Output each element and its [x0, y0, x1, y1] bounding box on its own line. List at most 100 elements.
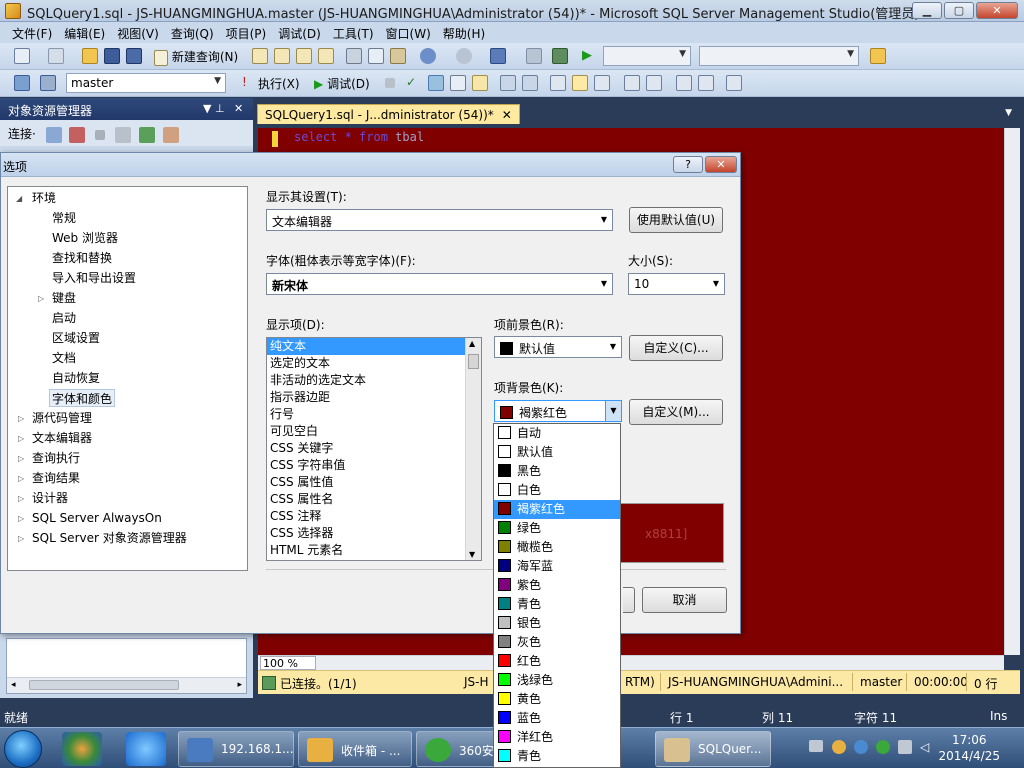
action-center-icon[interactable] — [898, 740, 912, 754]
expand-arrow-icon[interactable]: ▷ — [18, 454, 24, 463]
color-option[interactable]: 灰色 — [494, 633, 620, 652]
query-designer-icon[interactable] — [450, 75, 466, 92]
tab-sqlquery1[interactable]: SQLQuery1.sql - J...dministrator (54))* ✕ — [257, 104, 520, 124]
bg-color-select[interactable]: 褐紫红色 ▼ — [494, 400, 622, 422]
list-item[interactable]: 纯文本 — [267, 338, 481, 355]
menu-view[interactable]: 视图(V) — [111, 22, 165, 43]
expand-arrow-icon[interactable]: ▷ — [18, 494, 24, 503]
color-option[interactable]: 海军蓝 — [494, 557, 620, 576]
dialog-close-button[interactable]: ✕ — [705, 156, 737, 173]
connect-server-icon[interactable] — [45, 126, 62, 143]
tab-close-icon[interactable]: ✕ — [502, 108, 512, 122]
menu-window[interactable]: 窗口(W) — [380, 22, 437, 43]
results-to-grid-icon[interactable] — [500, 75, 516, 92]
tree-node-regional[interactable]: 区域设置 — [52, 329, 100, 347]
uncomment-icon[interactable] — [646, 75, 662, 92]
start-icon[interactable]: ▶ — [582, 48, 592, 65]
tree-node-autorecover[interactable]: 自动恢复 — [52, 369, 100, 387]
tree-node-designers[interactable]: 设计器 — [32, 489, 68, 507]
tree-node-startup[interactable]: 启动 — [52, 309, 76, 327]
tree-node-keyboard[interactable]: 键盘 — [52, 289, 76, 307]
new-project-icon[interactable] — [14, 48, 30, 65]
menu-debug[interactable]: 调试(D) — [272, 22, 327, 43]
color-option[interactable]: 绿色 — [494, 519, 620, 538]
cut-icon[interactable] — [346, 48, 362, 65]
color-option[interactable]: 黑色 — [494, 462, 620, 481]
query-analysis-icon[interactable] — [274, 48, 290, 65]
ok-button[interactable] — [623, 587, 635, 613]
list-item[interactable]: 可见空白 — [267, 423, 481, 440]
use-defaults-button[interactable]: 使用默认值(U) — [629, 207, 723, 233]
list-item[interactable]: 指示器边距 — [267, 389, 481, 406]
expand-arrow-icon[interactable]: ▷ — [18, 514, 24, 523]
tree-node-fonts-colors[interactable]: 字体和颜色 — [49, 389, 116, 407]
refresh-icon[interactable] — [138, 126, 155, 143]
color-option[interactable]: 自动 — [494, 424, 620, 443]
stop-icon[interactable] — [95, 129, 106, 140]
security-tray-icon[interactable] — [876, 740, 890, 754]
tree-node-source-control[interactable]: 源代码管理 — [32, 409, 92, 427]
object-explorer-tree[interactable]: ◂ ▸ — [6, 638, 247, 694]
menu-tools[interactable]: 工具(T) — [327, 22, 380, 43]
fg-color-select[interactable]: 默认值 ▼ — [494, 336, 622, 358]
navigate-forward-icon[interactable] — [526, 48, 542, 65]
menu-edit[interactable]: 编辑(E) — [58, 22, 111, 43]
properties-icon[interactable] — [870, 48, 886, 65]
color-option[interactable]: 紫色 — [494, 576, 620, 595]
debug-button[interactable]: ▶ 调试(D) — [314, 75, 370, 92]
volume-icon[interactable]: ◁ — [920, 740, 934, 754]
task-ssms[interactable]: SQLQuer... — [655, 731, 771, 767]
clock[interactable]: 17:06 2014/4/25 — [938, 732, 1000, 764]
tree-node-web-browser[interactable]: Web 浏览器 — [52, 229, 118, 247]
comment-out-icon[interactable] — [624, 75, 640, 92]
font-select[interactable]: 新宋体 ▼ — [266, 273, 613, 295]
dialog-help-button[interactable]: ? — [673, 156, 703, 173]
filter-icon[interactable] — [115, 126, 132, 143]
query-db-engine-icon[interactable] — [252, 48, 268, 65]
object-explorer-hscroll[interactable]: ◂ ▸ — [7, 677, 246, 693]
color-option[interactable]: 褐紫红色 — [494, 500, 620, 519]
find-combo[interactable]: ▼ — [699, 46, 859, 66]
editor-vscroll[interactable] — [1004, 128, 1020, 655]
list-item[interactable]: CSS 注释 — [267, 508, 481, 525]
tree-node-documents[interactable]: 文档 — [52, 349, 76, 367]
color-option[interactable]: 浅绿色 — [494, 671, 620, 690]
tree-node-import-export[interactable]: 导入和导出设置 — [52, 269, 136, 287]
color-option[interactable]: 红色 — [494, 652, 620, 671]
list-item[interactable]: CSS 属性名 — [267, 491, 481, 508]
list-item[interactable]: CSS 关键字 — [267, 440, 481, 457]
size-select[interactable]: 10 ▼ — [628, 273, 725, 295]
tree-node-alwayson[interactable]: SQL Server AlwaysOn — [32, 509, 162, 527]
menu-help[interactable]: 帮助(H) — [437, 22, 491, 43]
display-items-list[interactable]: 纯文本 选定的文本 非活动的选定文本 指示器边距 行号 可见空白 CSS 关键字… — [266, 337, 482, 561]
pane-close-icon[interactable]: ✕ — [234, 102, 243, 115]
save-icon[interactable] — [104, 48, 120, 65]
fg-custom-button[interactable]: 自定义(C)... — [629, 335, 723, 361]
execute-button[interactable]: 执行(X) — [258, 75, 300, 92]
pane-options-icon[interactable]: ▼ ⊥ — [203, 102, 225, 115]
color-option[interactable]: 蓝色 — [494, 709, 620, 728]
expand-arrow-icon[interactable]: ▷ — [18, 434, 24, 443]
expand-arrow-icon[interactable]: ▷ — [38, 294, 44, 303]
color-option[interactable]: 银色 — [494, 614, 620, 633]
add-item-icon[interactable] — [48, 48, 64, 65]
keyboard-icon[interactable] — [809, 740, 823, 752]
close-button[interactable]: ✕ — [976, 2, 1018, 19]
solution-config-combo[interactable]: ▼ — [603, 46, 691, 66]
results-to-file-icon[interactable] — [522, 75, 538, 92]
paste-icon[interactable] — [390, 48, 406, 65]
connect-icon[interactable] — [14, 75, 30, 92]
save-all-icon[interactable] — [126, 48, 142, 65]
options-tree[interactable]: ◢ 环境 常规 Web 浏览器 查找和替换 导入和导出设置 ▷ 键盘 启动 区域… — [7, 186, 248, 571]
list-item[interactable]: CSS 属性值 — [267, 474, 481, 491]
tree-node-find-replace[interactable]: 查找和替换 — [52, 249, 112, 267]
color-option[interactable]: 青色 — [494, 595, 620, 614]
tree-node-text-editor[interactable]: 文本编辑器 — [32, 429, 92, 447]
color-option[interactable]: 黄色 — [494, 690, 620, 709]
copy-icon[interactable] — [368, 48, 384, 65]
activity-monitor-icon[interactable] — [552, 48, 568, 65]
start-button[interactable] — [4, 730, 42, 768]
query-dmx-icon[interactable] — [318, 48, 334, 65]
results-to-text-icon[interactable] — [472, 75, 488, 92]
undo-icon[interactable] — [420, 48, 436, 65]
